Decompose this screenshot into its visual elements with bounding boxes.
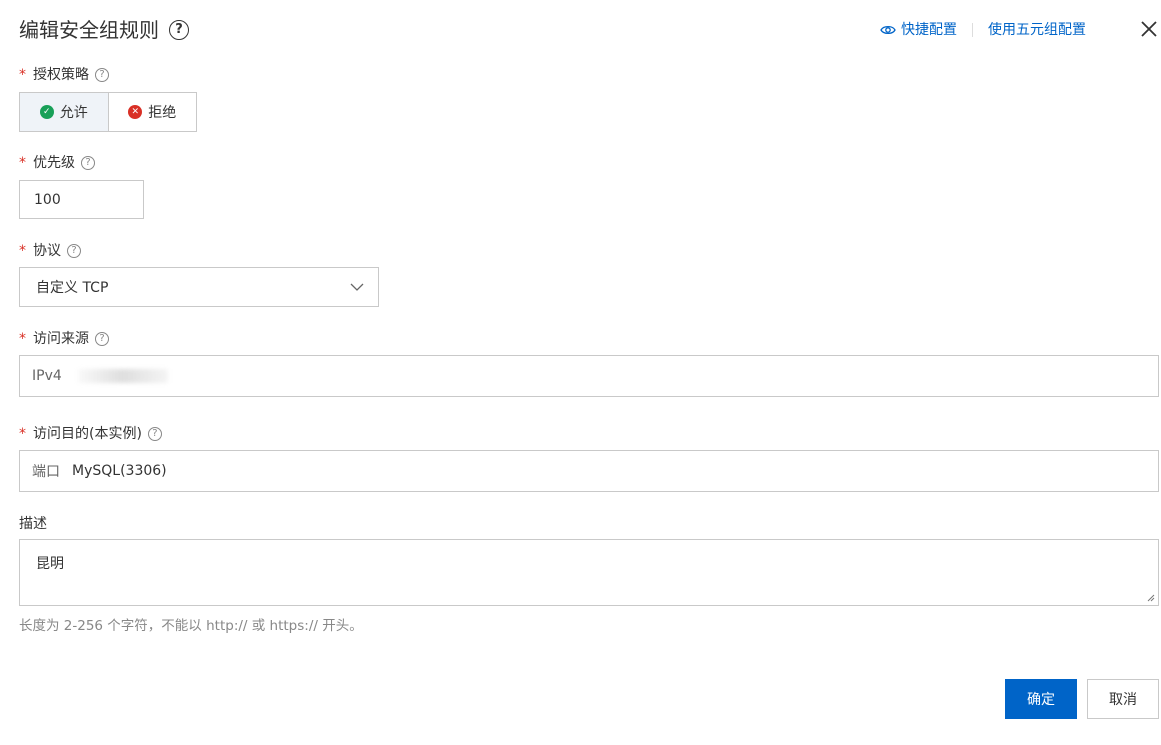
check-circle-icon: ✓ — [39, 105, 54, 119]
divider — [972, 23, 973, 37]
close-icon[interactable] — [1138, 18, 1160, 40]
policy-deny-button[interactable]: ✕ 拒绝 — [109, 93, 197, 131]
dialog-title-text: 编辑安全组规则 — [19, 18, 159, 42]
priority-label-text: 优先级 — [33, 155, 75, 171]
five-tuple-config-link[interactable]: 使用五元组配置 — [988, 20, 1086, 40]
required-marker: * — [19, 243, 26, 259]
chevron-down-icon — [350, 283, 364, 291]
priority-label: * 优先级 ? — [19, 153, 95, 173]
help-icon[interactable]: ? — [95, 332, 109, 346]
description-textarea[interactable]: 昆明 — [19, 539, 1159, 606]
dialog-title: 编辑安全组规则 ? — [19, 16, 189, 44]
help-icon[interactable]: ? — [147, 427, 162, 441]
description-hint: 长度为 2-256 个字符，不能以 http:// 或 https:// 开头。 — [19, 618, 363, 634]
required-marker: * — [19, 426, 26, 442]
destination-prefix: 端口 — [32, 464, 60, 480]
confirm-button[interactable]: 确定 — [1005, 679, 1077, 719]
priority-input[interactable]: 100 — [19, 180, 144, 219]
source-input[interactable]: IPv4 — [19, 355, 1159, 397]
cancel-button[interactable]: 取消 — [1087, 679, 1159, 719]
protocol-label-text: 协议 — [33, 243, 61, 259]
help-icon[interactable]: ? — [67, 244, 81, 258]
policy-label: * 授权策略 ? — [19, 65, 109, 85]
protocol-value: 自定义 TCP — [36, 280, 109, 296]
description-label-text: 描述 — [19, 516, 47, 532]
help-icon[interactable]: ? — [81, 156, 95, 170]
description-label: 描述 — [19, 514, 47, 534]
quick-config-link[interactable]: 快捷配置 — [901, 20, 957, 40]
deny-label: 拒绝 — [148, 105, 177, 121]
header-links: 快捷配置 使用五元组配置 — [880, 20, 1086, 40]
allow-label: 允许 — [59, 105, 88, 121]
destination-label-text: 访问目的(本实例) — [33, 426, 142, 442]
protocol-label: * 协议 ? — [19, 241, 81, 261]
help-icon[interactable]: ? — [95, 68, 109, 82]
redacted-value — [77, 369, 168, 383]
source-prefix: IPv4 — [32, 368, 62, 384]
policy-label-text: 授权策略 — [33, 67, 89, 83]
eye-icon — [880, 25, 896, 35]
required-marker: * — [19, 155, 26, 171]
destination-input[interactable]: 端口 MySQL(3306) — [19, 450, 1159, 492]
policy-radio-group: ✓ 允许 ✕ 拒绝 — [19, 92, 197, 132]
source-label: * 访问来源 ? — [19, 329, 109, 349]
resize-handle-icon[interactable] — [1146, 593, 1155, 602]
destination-value: MySQL(3306) — [72, 463, 167, 479]
protocol-select[interactable]: 自定义 TCP — [19, 267, 379, 307]
policy-allow-button[interactable]: ✓ 允许 — [20, 93, 109, 131]
priority-value: 100 — [34, 191, 61, 208]
close-circle-icon: ✕ — [128, 105, 143, 119]
destination-label: * 访问目的(本实例) ? — [19, 424, 162, 444]
required-marker: * — [19, 331, 26, 347]
required-marker: * — [19, 67, 26, 83]
help-icon[interactable]: ? — [169, 20, 189, 40]
description-value: 昆明 — [36, 556, 64, 572]
source-label-text: 访问来源 — [33, 331, 89, 347]
